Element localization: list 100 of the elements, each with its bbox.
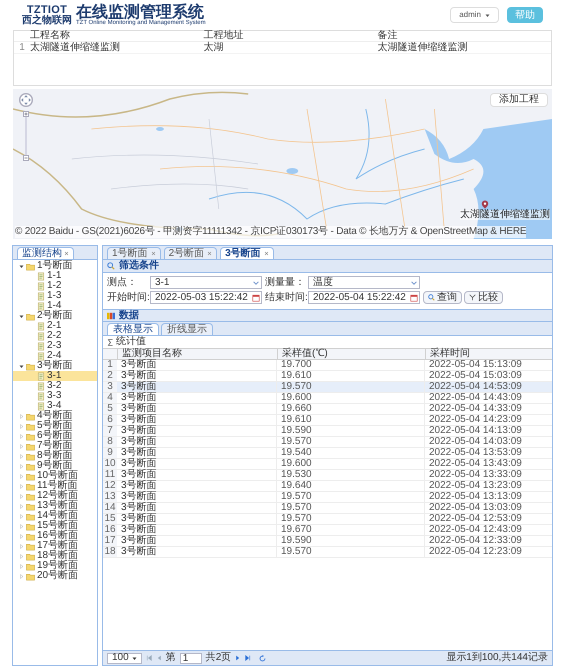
expand-toggle-icon[interactable] bbox=[19, 414, 24, 418]
expand-toggle-icon[interactable] bbox=[19, 524, 24, 528]
table-cell: 19.640 bbox=[277, 481, 425, 491]
expand-toggle-icon[interactable] bbox=[19, 534, 24, 538]
close-icon[interactable] bbox=[264, 251, 269, 256]
table-cell: 3号断面 bbox=[117, 503, 277, 513]
view-tab[interactable]: 折线显示 bbox=[161, 323, 213, 335]
table-row[interactable]: 9 3号断面 19.540 2022-05-04 13:53:09 bbox=[103, 448, 552, 459]
close-icon[interactable] bbox=[150, 251, 156, 256]
tree-item[interactable]: 1-4 bbox=[13, 301, 97, 311]
table-row[interactable]: 2 3号断面 19.610 2022-05-04 15:03:09 bbox=[103, 371, 552, 382]
expand-toggle-icon[interactable] bbox=[19, 434, 24, 438]
table-row[interactable]: 18 3号断面 19.570 2022-05-04 12:23:09 bbox=[103, 547, 552, 558]
table-row[interactable]: 3 3号断面 19.570 2022-05-04 14:53:09 bbox=[103, 382, 552, 393]
last-page-icon[interactable] bbox=[245, 655, 252, 661]
expand-toggle-icon[interactable] bbox=[19, 574, 24, 578]
expand-toggle-icon[interactable] bbox=[19, 514, 24, 518]
date-field[interactable]: 2022-05-03 15:22:42 bbox=[150, 291, 262, 304]
expand-toggle-icon[interactable] bbox=[19, 474, 24, 478]
section-tab[interactable]: 3号断面 bbox=[220, 247, 274, 259]
expand-toggle-icon[interactable] bbox=[19, 494, 24, 498]
tree-item[interactable]: 2-1 bbox=[13, 321, 97, 331]
statistics-button[interactable]: 统计值 bbox=[107, 337, 146, 347]
tree-item[interactable]: 2号断面 bbox=[37, 311, 73, 321]
collapse-toggle-icon[interactable] bbox=[19, 264, 24, 268]
previous-page-icon[interactable] bbox=[156, 655, 162, 661]
tree-item[interactable]: 4号断面 bbox=[37, 411, 73, 421]
table-row[interactable]: 4 3号断面 19.600 2022-05-04 14:43:09 bbox=[103, 393, 552, 404]
tree-item[interactable]: 14号断面 bbox=[37, 511, 78, 521]
tree-item[interactable]: 10号断面 bbox=[37, 471, 78, 481]
table-row[interactable]: 1 3号断面 19.700 2022-05-04 15:13:09 bbox=[103, 360, 552, 371]
search-button[interactable]: 查询 bbox=[423, 291, 462, 304]
tree-item[interactable]: 17号断面 bbox=[37, 541, 78, 551]
section-tab[interactable]: 1号断面 bbox=[107, 247, 161, 259]
tree-item[interactable]: 19号断面 bbox=[37, 561, 78, 571]
expand-toggle-icon[interactable] bbox=[19, 564, 24, 568]
collapse-toggle-icon[interactable] bbox=[19, 314, 24, 318]
next-page-icon[interactable] bbox=[235, 655, 242, 661]
dropdown-field[interactable]: 3-1 bbox=[150, 276, 262, 289]
table-row[interactable]: 5 3号断面 19.660 2022-05-04 14:33:09 bbox=[103, 404, 552, 415]
tree-item[interactable]: 2-3 bbox=[13, 341, 97, 351]
expand-toggle-icon[interactable] bbox=[19, 484, 24, 488]
tree-item[interactable]: 8号断面 bbox=[37, 451, 73, 461]
tree-item[interactable]: 9号断面 bbox=[37, 461, 73, 471]
tree-item[interactable]: 3-1 bbox=[13, 371, 97, 381]
sidebar-tab[interactable]: 监测结构 bbox=[17, 247, 74, 259]
table-row[interactable]: 15 3号断面 19.570 2022-05-04 12:53:09 bbox=[103, 514, 552, 525]
tree-item[interactable]: 20号断面 bbox=[37, 571, 78, 581]
add-project-button[interactable]: 添加工程 bbox=[490, 93, 548, 107]
user-menu[interactable]: admin bbox=[450, 7, 499, 23]
tree-item[interactable]: 1-2 bbox=[13, 281, 97, 291]
close-icon[interactable] bbox=[207, 251, 212, 256]
table-row[interactable]: 11 3号断面 19.530 2022-05-04 13:33:09 bbox=[103, 470, 552, 481]
tree-item[interactable]: 15号断面 bbox=[37, 521, 78, 531]
expand-toggle-icon[interactable] bbox=[19, 424, 24, 428]
close-icon[interactable] bbox=[64, 251, 69, 256]
refresh-icon[interactable] bbox=[259, 654, 266, 662]
expand-toggle-icon[interactable] bbox=[19, 454, 24, 458]
tree-item[interactable]: 3-4 bbox=[13, 401, 97, 411]
tree-item[interactable]: 12号断面 bbox=[37, 491, 78, 501]
table-row[interactable]: 12 3号断面 19.640 2022-05-04 13:23:09 bbox=[103, 481, 552, 492]
expand-toggle-icon[interactable] bbox=[19, 554, 24, 558]
first-page-icon[interactable] bbox=[146, 655, 152, 661]
tree-item[interactable]: 2-2 bbox=[13, 331, 97, 341]
view-tab[interactable]: 表格显示 bbox=[107, 323, 159, 335]
collapse-toggle-icon[interactable] bbox=[19, 364, 24, 368]
tree-item[interactable]: 1号断面 bbox=[37, 261, 73, 271]
expand-toggle-icon[interactable] bbox=[19, 504, 24, 508]
tree-item[interactable]: 18号断面 bbox=[37, 551, 78, 561]
table-row[interactable]: 8 3号断面 19.570 2022-05-04 14:03:09 bbox=[103, 437, 552, 448]
tree-item[interactable]: 7号断面 bbox=[37, 441, 73, 451]
expand-toggle-icon[interactable] bbox=[19, 544, 24, 548]
tree-item[interactable]: 5号断面 bbox=[37, 421, 73, 431]
tree-item[interactable]: 11号断面 bbox=[37, 481, 78, 491]
tree-item[interactable]: 1-1 bbox=[13, 271, 97, 281]
tree-item[interactable]: 3-3 bbox=[13, 391, 97, 401]
tree-item[interactable]: 16号断面 bbox=[37, 531, 78, 541]
table-row[interactable]: 7 3号断面 19.590 2022-05-04 14:13:09 bbox=[103, 426, 552, 437]
table-row[interactable]: 17 3号断面 19.590 2022-05-04 12:33:09 bbox=[103, 536, 552, 547]
tree-item[interactable]: 1-3 bbox=[13, 291, 97, 301]
tree-item[interactable]: 3-2 bbox=[13, 381, 97, 391]
table-row[interactable]: 13 3号断面 19.570 2022-05-04 13:13:09 bbox=[103, 492, 552, 503]
table-row[interactable]: 6 3号断面 19.610 2022-05-04 14:23:09 bbox=[103, 415, 552, 426]
zoom-control-icon[interactable] bbox=[23, 111, 29, 161]
compare-button[interactable]: 比较 bbox=[464, 291, 503, 304]
tree-item[interactable]: 6号断面 bbox=[37, 431, 73, 441]
expand-toggle-icon[interactable] bbox=[19, 464, 24, 468]
table-row[interactable]: 14 3号断面 19.570 2022-05-04 13:03:09 bbox=[103, 503, 552, 514]
tree-item[interactable]: 3号断面 bbox=[37, 361, 73, 371]
tree-item[interactable]: 13号断面 bbox=[37, 501, 78, 511]
dropdown-field[interactable]: 温度 bbox=[308, 276, 420, 289]
page-size-dropdown[interactable]: 100 bbox=[107, 652, 142, 664]
table-row[interactable]: 10 3号断面 19.600 2022-05-04 13:43:09 bbox=[103, 459, 552, 470]
page-number-field[interactable]: 1 bbox=[180, 652, 202, 664]
expand-toggle-icon[interactable] bbox=[19, 444, 24, 448]
table-row[interactable]: 16 3号断面 19.670 2022-05-04 12:43:09 bbox=[103, 525, 552, 536]
map-marker-icon[interactable] bbox=[481, 200, 489, 209]
section-tab[interactable]: 2号断面 bbox=[164, 247, 218, 259]
tree-item[interactable]: 2-4 bbox=[13, 351, 97, 361]
date-field[interactable]: 2022-05-04 15:22:42 bbox=[308, 291, 420, 304]
